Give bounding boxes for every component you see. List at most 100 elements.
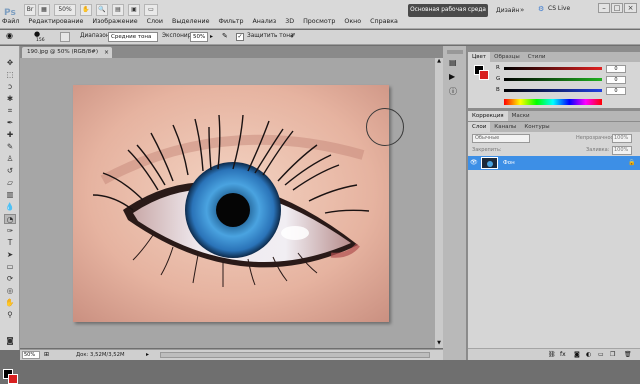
- menu-help[interactable]: Справка: [370, 18, 398, 25]
- tab-channels[interactable]: Каналы: [490, 122, 520, 132]
- color-bg-swatch[interactable]: [479, 70, 489, 80]
- pen-tool-icon[interactable]: ✑: [4, 226, 16, 236]
- channel-b-value[interactable]: 0: [606, 87, 626, 95]
- exposure-input[interactable]: 50%: [190, 32, 208, 42]
- tablet-pressure-icon[interactable]: ✐: [290, 32, 296, 40]
- design-workspace-link[interactable]: Дизайн: [496, 7, 519, 14]
- new-group-icon[interactable]: ▭: [598, 351, 604, 358]
- 3d-rotate-tool-icon[interactable]: ⟳: [4, 274, 16, 284]
- path-selection-tool-icon[interactable]: ➤: [4, 250, 16, 260]
- eye-photo[interactable]: [73, 85, 389, 322]
- brush-preview-icon[interactable]: ●: [34, 30, 40, 38]
- delete-layer-icon[interactable]: 🗑: [624, 351, 632, 358]
- healing-brush-tool-icon[interactable]: ✚: [4, 130, 16, 140]
- history-icon[interactable]: ▤: [449, 58, 457, 67]
- scroll-up-icon[interactable]: ▲: [435, 58, 443, 66]
- channel-r-value[interactable]: 0: [606, 65, 626, 73]
- menu-window[interactable]: Окно: [344, 18, 361, 25]
- canvas-area[interactable]: [20, 58, 443, 348]
- channel-b-slider[interactable]: [504, 89, 602, 92]
- arrange-documents-icon[interactable]: ▣: [128, 4, 140, 16]
- move-tool-icon[interactable]: ✥: [4, 58, 16, 68]
- hand-tool-icon[interactable]: ✋: [4, 298, 16, 308]
- channel-g-value[interactable]: 0: [606, 76, 626, 84]
- menu-image[interactable]: Изображение: [92, 18, 137, 25]
- opacity-input[interactable]: 100%: [612, 134, 632, 143]
- blend-mode-select[interactable]: Обычные: [472, 134, 530, 143]
- brush-tool-icon[interactable]: ✎: [4, 142, 16, 152]
- protect-tones-checkbox[interactable]: ✓: [236, 33, 244, 41]
- close-tab-icon[interactable]: ×: [104, 47, 109, 58]
- cs-live-menu[interactable]: CS Live: [548, 5, 570, 12]
- brush-panel-toggle-icon[interactable]: [60, 32, 70, 42]
- vertical-scrollbar[interactable]: ▲ ▼: [435, 58, 443, 348]
- link-layers-icon[interactable]: ⛓: [548, 351, 556, 358]
- menu-analysis[interactable]: Анализ: [252, 18, 276, 25]
- maximize-button[interactable]: □: [611, 3, 623, 13]
- layer-row[interactable]: 👁 Фон 🔒: [468, 156, 640, 170]
- zoom-level-dropdown[interactable]: 50%: [54, 4, 76, 16]
- fill-input[interactable]: 100%: [612, 146, 632, 155]
- clone-stamp-tool-icon[interactable]: ♙: [4, 154, 16, 164]
- tab-masks[interactable]: Маски: [508, 111, 534, 121]
- range-select[interactable]: Средние тона: [108, 32, 158, 42]
- document-tab[interactable]: 190.jpg @ 50% (RGB/8#) ×: [22, 47, 113, 58]
- cs-live-icon[interactable]: ⚙: [538, 5, 544, 13]
- info-icon[interactable]: ⓘ: [449, 86, 457, 97]
- eraser-tool-icon[interactable]: ▱: [4, 178, 16, 188]
- quick-select-tool-icon[interactable]: ✱: [4, 94, 16, 104]
- type-tool-icon[interactable]: T: [4, 238, 16, 248]
- strip-grip[interactable]: [447, 50, 463, 54]
- zoom-field[interactable]: 50%: [22, 351, 40, 359]
- layer-style-icon[interactable]: fx: [560, 351, 566, 358]
- tab-layers[interactable]: Слои: [468, 122, 491, 132]
- quick-mask-icon[interactable]: ◙: [4, 336, 16, 346]
- zoom-tool-icon[interactable]: ⚲: [4, 310, 16, 320]
- workspace-button[interactable]: Основная рабочая среда: [408, 4, 488, 17]
- airbrush-icon[interactable]: ✎: [222, 32, 228, 40]
- menu-edit[interactable]: Редактирование: [28, 18, 83, 25]
- menu-select[interactable]: Выделение: [172, 18, 210, 25]
- zoom-view-icon[interactable]: 🔍: [96, 4, 108, 16]
- background-color-swatch[interactable]: [8, 374, 18, 384]
- menu-3d[interactable]: 3D: [285, 18, 294, 25]
- channel-g-slider[interactable]: [504, 78, 602, 81]
- hand-view-icon[interactable]: ✋: [80, 4, 92, 16]
- bridge-icon[interactable]: Br: [24, 4, 36, 16]
- tab-swatches[interactable]: Образцы: [490, 52, 524, 62]
- dodge-tool-preset-icon[interactable]: ◉: [6, 31, 13, 40]
- exposure-dropdown-icon[interactable]: ▸: [210, 33, 213, 40]
- dodge-tool-icon[interactable]: ◔: [4, 214, 16, 224]
- marquee-tool-icon[interactable]: ⬚: [4, 70, 16, 80]
- adjustment-layer-icon[interactable]: ◐: [586, 351, 591, 358]
- new-layer-icon[interactable]: ❐: [610, 351, 615, 358]
- minimize-button[interactable]: –: [598, 3, 610, 13]
- menu-file[interactable]: Файл: [2, 18, 19, 25]
- menu-filter[interactable]: Фильтр: [219, 18, 244, 25]
- grid-view-icon[interactable]: ▤: [112, 4, 124, 16]
- horizontal-scrollbar[interactable]: [160, 352, 430, 358]
- workspace-more-icon[interactable]: »: [520, 6, 524, 14]
- scroll-down-icon[interactable]: ▼: [435, 340, 443, 348]
- eyedropper-tool-icon[interactable]: ✒: [4, 118, 16, 128]
- actions-icon[interactable]: ▶: [449, 72, 455, 81]
- add-mask-icon[interactable]: ◙: [574, 351, 580, 358]
- tab-styles[interactable]: Стили: [524, 52, 550, 62]
- tab-paths[interactable]: Контуры: [520, 122, 553, 132]
- screen-mode-icon[interactable]: ▭: [144, 4, 158, 16]
- menu-view[interactable]: Просмотр: [303, 18, 335, 25]
- 3d-orbit-tool-icon[interactable]: ◎: [4, 286, 16, 296]
- mini-bridge-icon[interactable]: ▦: [38, 4, 50, 16]
- channel-r-slider[interactable]: [504, 67, 602, 70]
- shape-tool-icon[interactable]: ▭: [4, 262, 16, 272]
- status-menu-icon[interactable]: ▸: [146, 351, 149, 358]
- tab-adjustments[interactable]: Коррекция: [468, 111, 508, 121]
- layer-visibility-icon[interactable]: 👁: [470, 159, 478, 166]
- gradient-tool-icon[interactable]: ▥: [4, 190, 16, 200]
- blur-tool-icon[interactable]: 💧: [4, 202, 16, 212]
- crop-tool-icon[interactable]: ⌗: [4, 106, 16, 116]
- menu-layers[interactable]: Слои: [147, 18, 163, 25]
- color-spectrum-bar[interactable]: [504, 99, 602, 105]
- close-button[interactable]: ×: [624, 3, 637, 13]
- lasso-tool-icon[interactable]: ↄ: [4, 82, 16, 92]
